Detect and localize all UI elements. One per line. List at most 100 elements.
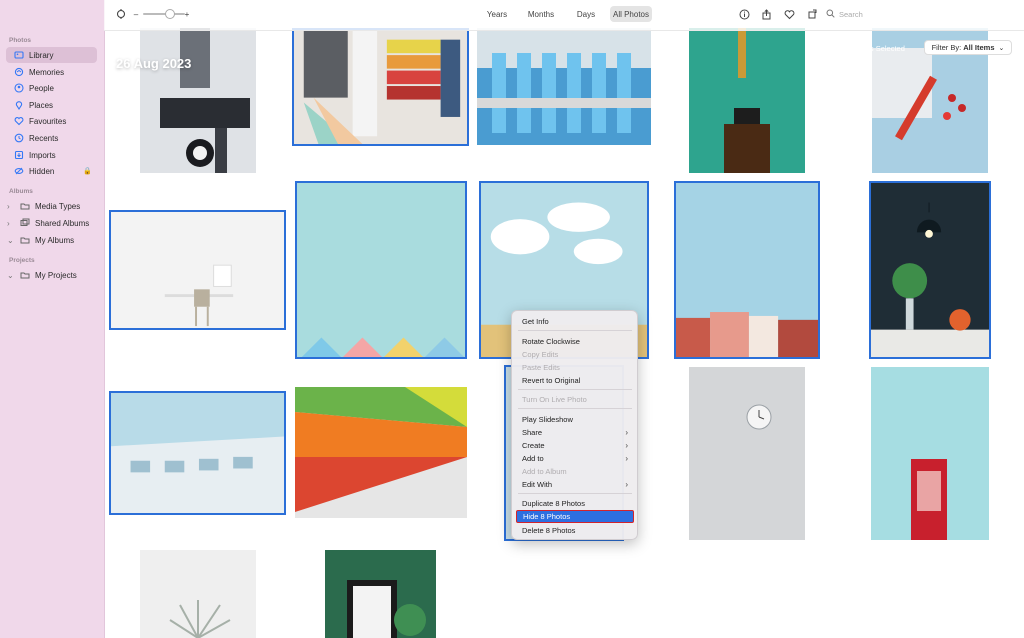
photo-phone-booth[interactable]	[871, 367, 989, 540]
sidebar-item-places[interactable]: Places	[6, 97, 97, 113]
zoom-in-button[interactable]: +	[182, 6, 192, 22]
sidebar-item-label: Recents	[29, 133, 59, 143]
sidebar-item-label: Library	[29, 50, 54, 60]
filter-value: All Items	[963, 43, 995, 52]
tab-years[interactable]: Years	[482, 6, 512, 22]
folder-icon	[20, 235, 30, 245]
sidebar-item-people[interactable]: People	[6, 80, 97, 96]
photo-lamp-plant[interactable]	[869, 181, 991, 359]
sidebar-item-recents[interactable]: Recents	[6, 130, 97, 146]
import-icon	[14, 150, 24, 160]
chevron-right-icon: ›	[625, 479, 628, 489]
tab-months[interactable]: Months	[524, 6, 558, 22]
sidebar-item-hidden[interactable]: Hidden 🔒	[6, 163, 97, 179]
rotate-square-icon[interactable]	[806, 6, 818, 22]
search-field[interactable]: Search	[826, 7, 1016, 22]
chevron-right-icon: ›	[625, 453, 628, 463]
heart-icon[interactable]	[783, 6, 795, 22]
menu-item-add-to[interactable]: Add to ›	[516, 452, 634, 464]
sidebar-section-albums: Albums	[9, 188, 33, 195]
menu-item-edit-with[interactable]: Edit With ›	[516, 478, 634, 490]
share-icon[interactable]	[760, 6, 772, 22]
memories-icon	[14, 67, 24, 77]
map-pin-icon	[14, 100, 24, 110]
menu-item-play-slideshow[interactable]: Play Slideshow	[516, 413, 634, 425]
eye-slash-icon	[14, 166, 24, 176]
sidebar-item-label: Shared Albums	[35, 218, 90, 228]
photo-color-swatches[interactable]	[292, 28, 469, 146]
sidebar-item-my-projects[interactable]: ⌄ My Projects	[6, 267, 97, 283]
menu-item-turn-on-live-photo: Turn On Live Photo	[522, 394, 587, 404]
menu-item-delete[interactable]: Delete 8 Photos	[516, 524, 634, 536]
selected-count: 8 Photos Selected	[844, 44, 905, 53]
zoom-out-button[interactable]: –	[131, 6, 141, 22]
sidebar-section-photos: Photos	[9, 37, 32, 44]
filter-prefix: Filter By:	[931, 43, 964, 52]
photo-roof-pastel[interactable]	[295, 181, 467, 359]
photo-color-blocks[interactable]	[295, 387, 467, 518]
folder-icon	[20, 201, 30, 211]
sidebar-item-favourites[interactable]: Favourites	[6, 113, 97, 129]
sidebar-item-label: Places	[29, 100, 54, 110]
chevron-down-icon[interactable]: ⌄	[7, 236, 14, 245]
photo-wall-clock[interactable]	[689, 367, 805, 540]
menu-item-paste-edits: Paste Edits	[522, 362, 560, 372]
photo-test-tubes[interactable]	[477, 28, 651, 145]
menu-item-add-to-album: Add to Album	[522, 466, 567, 476]
menu-item-hide[interactable]: Hide 8 Photos	[516, 510, 634, 523]
menu-item-revert-to-original[interactable]: Revert to Original	[516, 374, 634, 386]
menu-item-copy-edits: Copy Edits	[522, 349, 559, 359]
sidebar-item-label: Memories	[29, 67, 65, 77]
menu-item-get-info[interactable]: Get Info	[516, 315, 634, 327]
heart-icon	[14, 116, 24, 126]
menu-item-create[interactable]: Create ›	[516, 439, 634, 451]
sidebar-item-imports[interactable]: Imports	[6, 147, 97, 163]
tab-days[interactable]: Days	[572, 6, 600, 22]
photo-dropper-bottle[interactable]	[689, 28, 805, 173]
sidebar-item-library[interactable]: Library	[6, 47, 97, 63]
sidebar-item-label: People	[29, 83, 54, 93]
menu-item-label: Share	[522, 427, 543, 437]
context-menu: Get Info Rotate Clockwise Copy Edits Pas…	[511, 310, 638, 540]
photo-plant-white[interactable]	[140, 550, 256, 638]
sidebar-item-media-types[interactable]: › Media Types	[6, 198, 97, 214]
info-icon[interactable]	[738, 6, 750, 22]
photo-white-building[interactable]	[109, 391, 286, 515]
menu-item-rotate-clockwise[interactable]: Rotate Clockwise	[516, 335, 634, 347]
chevron-down-icon: ⌄	[998, 44, 1005, 52]
photo-colorful-buildings[interactable]	[674, 181, 820, 359]
zoom-slider-handle[interactable]	[165, 9, 175, 19]
tab-all-photos[interactable]: All Photos	[610, 6, 652, 22]
chevron-right-icon[interactable]: ›	[7, 202, 10, 211]
menu-separator	[518, 389, 632, 390]
menu-item-label: Add to	[522, 453, 544, 463]
menu-item-share[interactable]: Share ›	[516, 426, 634, 438]
clock-icon	[14, 133, 24, 143]
search-icon	[826, 9, 835, 20]
chevron-right-icon: ›	[625, 427, 628, 437]
lock-icon: 🔒	[83, 168, 92, 175]
sidebar-item-memories[interactable]: Memories	[6, 64, 97, 80]
menu-separator	[518, 330, 632, 331]
search-placeholder: Search	[839, 10, 863, 19]
sidebar-item-label: My Projects	[35, 270, 77, 280]
photo-microscope[interactable]	[140, 28, 256, 173]
photo-green-frame[interactable]	[325, 550, 436, 638]
filter-dropdown[interactable]: Filter By: All Items ⌄	[924, 40, 1012, 55]
chevron-right-icon[interactable]: ›	[7, 219, 10, 228]
rotate-icon[interactable]	[114, 6, 128, 22]
sidebar-item-label: Imports	[29, 150, 56, 160]
shared-album-icon	[20, 218, 30, 228]
chevron-down-icon[interactable]: ⌄	[7, 271, 14, 280]
library-icon	[14, 50, 24, 60]
menu-item-duplicate[interactable]: Duplicate 8 Photos	[516, 497, 634, 509]
sidebar: Photos Library Memories People Places Fa…	[0, 0, 105, 638]
sidebar-item-my-albums[interactable]: ⌄ My Albums	[6, 232, 97, 248]
photo-white-desk[interactable]	[109, 210, 286, 330]
sidebar-item-label: My Albums	[35, 235, 75, 245]
sidebar-section-projects: Projects	[9, 257, 35, 264]
zoom-slider-track[interactable]	[143, 13, 185, 15]
sidebar-item-label: Hidden	[29, 166, 55, 176]
sidebar-item-label: Favourites	[29, 116, 67, 126]
sidebar-item-shared-albums[interactable]: › Shared Albums	[6, 215, 97, 231]
